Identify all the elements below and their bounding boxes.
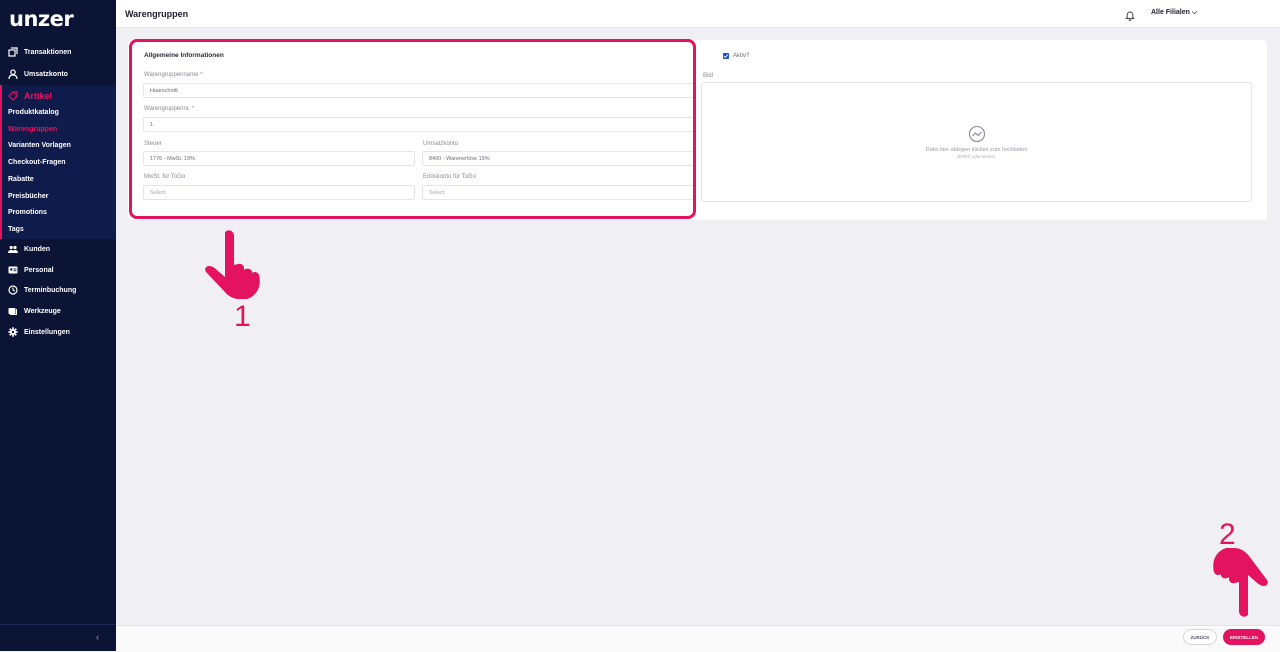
filial-selector[interactable]: Alle Filialen ⌵ — [1151, 9, 1197, 17]
tools-icon — [8, 306, 18, 316]
checkmark-icon — [723, 54, 729, 58]
sidebar-group-artikel: Artikel Produktkatalog Warengruppen Vari… — [0, 85, 116, 239]
footer-bar — [116, 625, 1280, 652]
sidebar-item-transaktionen[interactable]: Transaktionen — [0, 43, 116, 61]
sidebar-item-label: Transaktionen — [24, 48, 72, 56]
sidebar-subitem-produktkatalog[interactable]: Produktkatalog — [8, 109, 59, 116]
sidebar: unzer Transaktionen Umsatzkonto Artikel … — [0, 0, 116, 651]
aktiv-checkbox[interactable] — [723, 53, 729, 59]
image-dropzone[interactable]: Datei hier ablegen klicken zum hochladen… — [701, 82, 1252, 202]
sidebar-subitem-preisbuecher[interactable]: Preisbücher — [8, 193, 48, 200]
mwst-togo-label: MwSt. für ToGo — [144, 174, 186, 180]
back-button[interactable]: ZURÜCK — [1183, 629, 1217, 645]
page-title: Warengruppen — [125, 9, 189, 19]
clock-icon — [8, 285, 18, 295]
warengruppenname-input[interactable]: Haarschnitt — [143, 83, 694, 98]
top-header: Warengruppen Alle Filialen ⌵ — [116, 0, 1280, 28]
people-icon — [8, 244, 18, 254]
bild-label: Bild — [703, 73, 714, 79]
id-card-icon — [8, 265, 18, 275]
transactions-icon — [8, 47, 18, 57]
unzer-logo[interactable]: unzer — [9, 7, 74, 31]
steuer-label: Steuer — [144, 141, 162, 147]
umsatzkonto-label: Umsatzkonto — [423, 141, 459, 147]
dropzone-text: Datei hier ablegen klicken zum hochladen — [925, 147, 1028, 153]
sidebar-subitem-warengruppen[interactable]: Warengruppen — [8, 126, 57, 133]
sidebar-item-label: Personal — [24, 266, 54, 274]
sidebar-item-label: Werkzeuge — [24, 307, 61, 315]
sidebar-item-label: Artikel — [24, 91, 53, 101]
warengruppenname-label: Warengruppenname * — [144, 72, 203, 78]
sidebar-subitem-varianten-vorlagen[interactable]: Varianten Vorlagen — [8, 142, 71, 149]
sidebar-item-terminbuchung[interactable]: Terminbuchung — [0, 281, 116, 299]
sidebar-item-artikel[interactable]: Artikel — [2, 88, 52, 104]
dropzone-subtext: 500Kb oder kleiner — [957, 154, 996, 159]
gear-icon — [8, 327, 18, 337]
pointing-hand-up-icon — [203, 228, 271, 300]
erloeskonto-togo-select[interactable]: Select — [422, 185, 694, 200]
pointing-hand-down-icon — [1202, 547, 1270, 619]
create-button[interactable]: EINSTELLEN — [1223, 629, 1265, 645]
mwst-togo-select[interactable]: Select — [143, 185, 415, 200]
sidebar-item-label: Einstellungen — [24, 328, 70, 336]
sidebar-divider — [0, 624, 116, 625]
sidebar-item-label: Umsatzkonto — [24, 70, 68, 78]
collapse-sidebar-button[interactable]: ‹ — [96, 632, 104, 642]
sidebar-item-kunden[interactable]: Kunden — [0, 240, 116, 258]
steuer-select[interactable]: 1776 - MwSt. 19% — [143, 151, 415, 166]
section-title: Allgemeine Informationen — [144, 52, 224, 59]
tag-icon — [8, 91, 18, 101]
aktiv-label: Aktiv? — [733, 53, 750, 59]
sidebar-item-einstellungen[interactable]: Einstellungen — [0, 323, 116, 341]
sidebar-subitem-promotions[interactable]: Promotions — [8, 209, 47, 216]
bell-icon[interactable] — [1125, 8, 1135, 21]
user-icon — [8, 69, 18, 79]
image-upload-icon — [968, 125, 986, 143]
erloeskonto-togo-label: Erlöskonto für ToGo — [423, 174, 476, 180]
warengruppennr-input[interactable]: 1 — [143, 117, 694, 132]
warengruppennr-label: Warengruppennr. * — [144, 106, 195, 112]
sidebar-subitem-checkout-fragen[interactable]: Checkout-Fragen — [8, 159, 66, 166]
sidebar-item-label: Terminbuchung — [24, 286, 77, 294]
sidebar-item-label: Kunden — [24, 245, 51, 253]
sidebar-subitem-tags[interactable]: Tags — [8, 226, 24, 233]
sidebar-item-werkzeuge[interactable]: Werkzeuge — [0, 302, 116, 320]
sidebar-item-personal[interactable]: Personal — [0, 261, 116, 279]
annotation-step-1: 1 — [234, 300, 251, 333]
umsatzkonto-select[interactable]: 8400 - Warenerlöse 19% — [422, 151, 694, 166]
sidebar-item-umsatzkonto[interactable]: Umsatzkonto — [0, 65, 116, 83]
sidebar-subitem-rabatte[interactable]: Rabatte — [8, 176, 34, 183]
